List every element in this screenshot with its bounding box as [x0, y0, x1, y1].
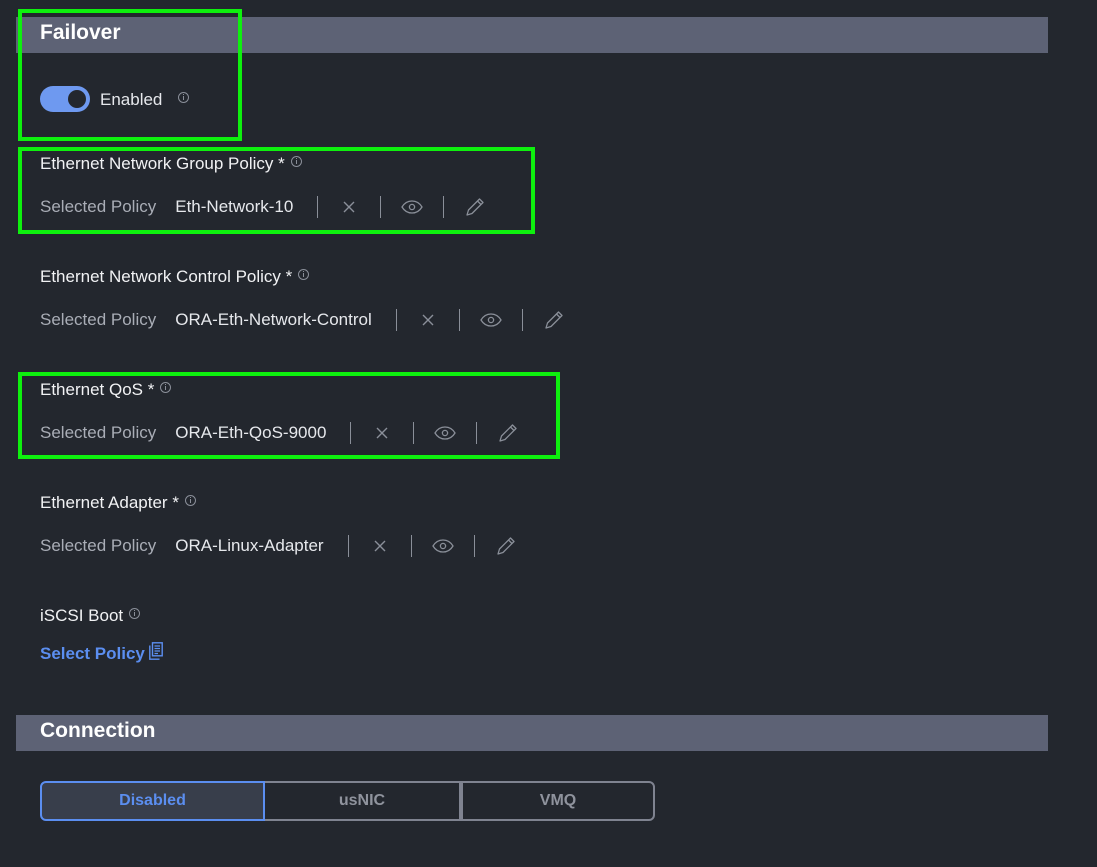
divider: [413, 422, 415, 444]
policy-title: Ethernet Network Group Policy *: [40, 154, 498, 176]
selected-policy-label: Selected Policy: [40, 536, 157, 555]
selected-policy-value: ORA-Eth-Network-Control: [175, 310, 372, 329]
connection-option-vmq[interactable]: VMQ: [461, 781, 655, 821]
connection-option-usnic[interactable]: usNIC: [265, 781, 461, 821]
info-icon[interactable]: [298, 269, 310, 280]
pencil-icon: [496, 537, 515, 555]
failover-toggle[interactable]: [40, 86, 90, 112]
info-icon[interactable]: [178, 92, 190, 103]
policy-title-text: Ethernet Adapter *: [40, 493, 179, 512]
info-icon[interactable]: [184, 495, 196, 506]
selected-policy-label: Selected Policy: [40, 197, 157, 216]
info-icon[interactable]: [290, 156, 302, 167]
policy-title: Ethernet Adapter *: [40, 493, 529, 515]
connection-section-header: Connection: [16, 715, 1048, 751]
divider: [473, 535, 475, 557]
ethernet-qos-policy: Ethernet QoS * Selected Policy ORA-Eth-Q…: [40, 380, 531, 445]
failover-title: Failover: [40, 21, 121, 44]
connection-mode-selector: Disabled usNIC VMQ: [40, 781, 655, 821]
iscsi-boot-policy: iSCSI Boot: [40, 606, 141, 628]
edit-policy-button[interactable]: [483, 534, 529, 558]
divider: [410, 535, 412, 557]
select-policy-link[interactable]: Select Policy: [40, 642, 163, 664]
connection-option-disabled[interactable]: Disabled: [40, 781, 265, 821]
policy-title-text: Ethernet Network Control Policy *: [40, 267, 293, 286]
divider: [350, 422, 352, 444]
edit-policy-button[interactable]: [531, 308, 577, 332]
policy-config-page: Failover Enabled Ethernet Network Group …: [0, 0, 1097, 867]
failover-toggle-label: Enabled: [100, 90, 190, 110]
divider: [443, 196, 445, 218]
close-icon: [376, 427, 388, 439]
pencil-icon: [499, 424, 518, 442]
document-list-icon: [148, 642, 163, 660]
eye-icon: [401, 200, 424, 214]
divider: [395, 309, 397, 331]
divider: [458, 309, 460, 331]
eye-icon: [434, 426, 457, 440]
ethernet-adapter-policy: Ethernet Adapter * Selected Policy ORA-L…: [40, 493, 529, 558]
policy-title: Ethernet Network Control Policy *: [40, 267, 577, 289]
selected-policy-row: Selected Policy ORA-Eth-Network-Control: [40, 308, 577, 332]
selected-policy-label: Selected Policy: [40, 423, 157, 442]
selected-policy-row: Selected Policy Eth-Network-10: [40, 195, 498, 219]
clear-policy-button[interactable]: [359, 421, 405, 445]
ethernet-network-group-policy: Ethernet Network Group Policy * Selected…: [40, 154, 498, 219]
selected-policy-value: ORA-Eth-QoS-9000: [175, 423, 327, 442]
view-policy-button[interactable]: [389, 195, 435, 219]
selected-policy-row: Selected Policy ORA-Linux-Adapter: [40, 534, 529, 558]
divider: [521, 309, 523, 331]
policy-title: iSCSI Boot: [40, 606, 141, 628]
info-icon[interactable]: [129, 608, 141, 619]
divider: [476, 422, 478, 444]
connection-title: Connection: [40, 719, 156, 742]
edit-policy-button[interactable]: [452, 195, 498, 219]
policy-title-text: iSCSI Boot: [40, 606, 124, 625]
eye-icon: [479, 313, 502, 327]
divider: [317, 196, 319, 218]
close-icon: [422, 314, 434, 326]
view-policy-button[interactable]: [420, 534, 466, 558]
pencil-icon: [545, 311, 563, 329]
close-icon: [374, 540, 386, 552]
toggle-label-text: Enabled: [100, 90, 163, 109]
view-policy-button[interactable]: [468, 308, 514, 332]
failover-section-header: Failover: [16, 17, 1048, 53]
edit-policy-button[interactable]: [485, 421, 531, 445]
selected-policy-value: ORA-Linux-Adapter: [175, 536, 324, 555]
clear-policy-button[interactable]: [405, 308, 451, 332]
divider: [347, 535, 349, 557]
pencil-icon: [466, 198, 484, 216]
clear-policy-button[interactable]: [326, 195, 372, 219]
policy-title-text: Ethernet QoS *: [40, 380, 155, 399]
selected-policy-value: Eth-Network-10: [175, 197, 294, 216]
toggle-knob: [68, 90, 86, 108]
policy-title-text: Ethernet Network Group Policy *: [40, 154, 285, 173]
view-policy-button[interactable]: [422, 421, 468, 445]
close-icon: [343, 201, 355, 213]
selected-policy-row: Selected Policy ORA-Eth-QoS-9000: [40, 421, 531, 445]
policy-title: Ethernet QoS *: [40, 380, 531, 402]
divider: [380, 196, 382, 218]
ethernet-network-control-policy: Ethernet Network Control Policy * Select…: [40, 267, 577, 332]
info-icon[interactable]: [160, 382, 172, 393]
selected-policy-label: Selected Policy: [40, 310, 157, 329]
eye-icon: [431, 539, 454, 553]
select-policy-label: Select Policy: [40, 644, 145, 663]
clear-policy-button[interactable]: [357, 534, 403, 558]
